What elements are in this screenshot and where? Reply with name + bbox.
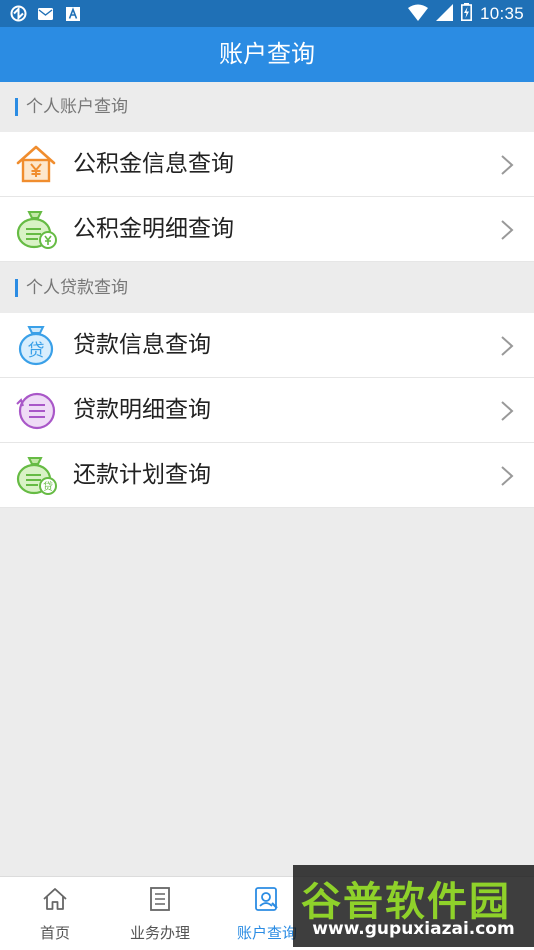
section-accent-bar [15, 279, 18, 297]
account-search-icon [254, 886, 280, 912]
tab-business[interactable]: 业务办理 [105, 877, 215, 950]
chevron-right-icon [500, 154, 514, 176]
menu-item-label: 贷款明细查询 [73, 397, 211, 423]
svg-text:贷: 贷 [28, 341, 45, 361]
tab-label: 首页 [39, 924, 70, 942]
battery-icon [460, 3, 472, 25]
mail-icon [37, 5, 54, 22]
chevron-right-icon [500, 219, 514, 241]
status-time: 10:35 [479, 4, 524, 23]
house-yuan-icon [14, 142, 58, 186]
menu-item-loan-detail[interactable]: 贷款明细查询 [0, 378, 534, 443]
status-bar: 10:35 [0, 0, 534, 27]
tab-home[interactable]: 首页 [0, 877, 110, 950]
sync-icon [10, 5, 27, 22]
document-icon [147, 886, 173, 912]
chevron-right-icon [500, 400, 514, 422]
watermark-url: www.gupuxiazai.com [312, 919, 515, 939]
repayment-bag-icon: 贷 [14, 453, 58, 497]
section-header-personal-account: 个人账户查询 [0, 82, 534, 132]
menu-item-repayment-plan[interactable]: 贷 还款计划查询 [0, 443, 534, 508]
signal-icon [435, 3, 453, 25]
chevron-right-icon [500, 465, 514, 487]
menu-item-loan-info[interactable]: 贷 贷款信息查询 [0, 313, 534, 378]
watermark-logo: 谷普软件园 www.gupuxiazai.com [293, 865, 534, 947]
menu-item-label: 还款计划查询 [73, 462, 211, 488]
section-title: 个人账户查询 [26, 97, 128, 117]
loan-bag-icon: 贷 [14, 323, 58, 367]
money-bag-yuan-icon [14, 207, 58, 251]
menu-item-fund-info[interactable]: 公积金信息查询 [0, 132, 534, 197]
menu-item-label: 贷款信息查询 [73, 332, 211, 358]
page-title: 账户查询 [0, 27, 534, 82]
font-icon [64, 5, 81, 22]
home-icon [42, 886, 68, 912]
section-accent-bar [15, 98, 18, 116]
section-header-personal-loan: 个人贷款查询 [0, 263, 534, 313]
chevron-right-icon [500, 335, 514, 357]
menu-item-label: 公积金信息查询 [73, 151, 234, 177]
section-title: 个人贷款查询 [26, 278, 128, 298]
tab-label: 业务办理 [129, 924, 190, 942]
menu-item-label: 公积金明细查询 [73, 216, 234, 242]
svg-text:贷: 贷 [43, 480, 53, 493]
loan-detail-icon [14, 388, 58, 432]
wifi-icon [407, 4, 428, 25]
menu-item-fund-detail[interactable]: 公积金明细查询 [0, 197, 534, 262]
